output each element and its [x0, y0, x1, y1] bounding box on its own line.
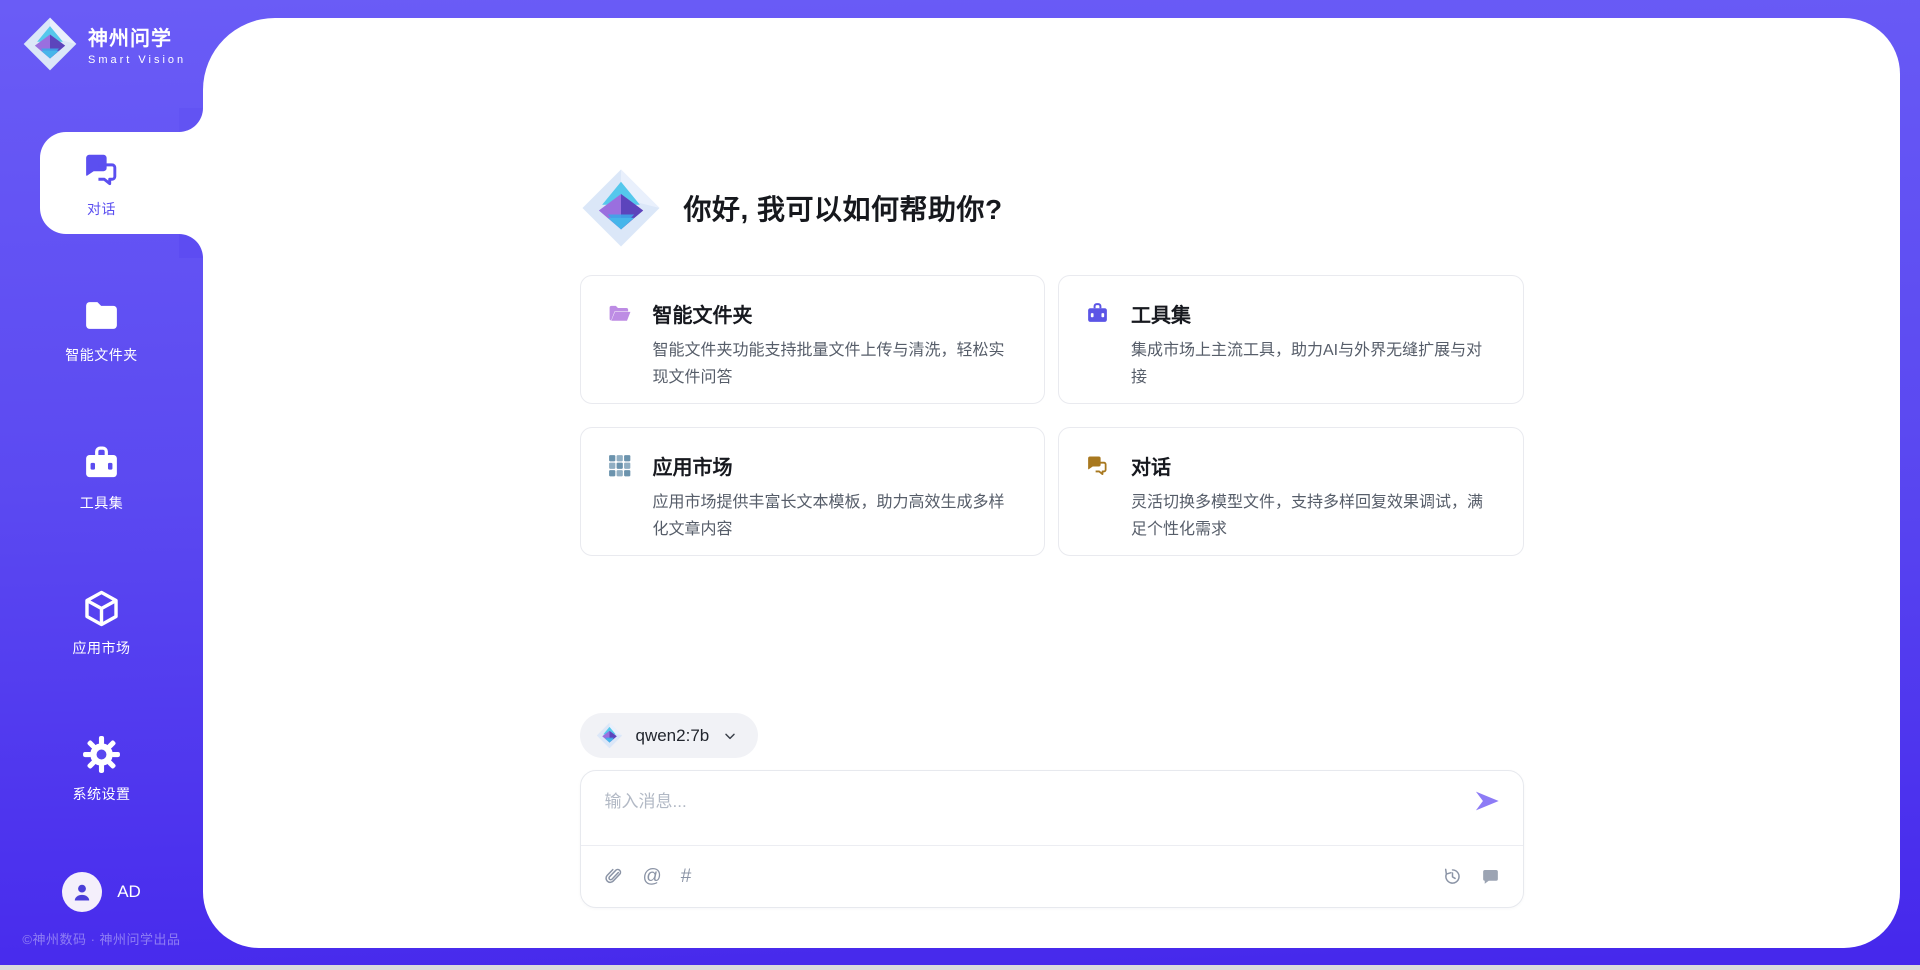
- sidebar-item-app-market[interactable]: 应用市场: [0, 588, 203, 658]
- user-name: AD: [117, 882, 141, 902]
- folder-open-icon: [607, 301, 632, 326]
- sidebar-item-label: 对话: [87, 199, 116, 219]
- cube-icon: [81, 588, 122, 629]
- card-smart-folder[interactable]: 智能文件夹 智能文件夹功能支持批量文件上传与清洗，轻松实现文件问答: [580, 275, 1046, 404]
- hashtag-icon[interactable]: #: [681, 867, 692, 886]
- app-name: 神州问学: [88, 22, 186, 51]
- toolbox-icon: [81, 443, 122, 484]
- app-logo-icon: [22, 16, 78, 72]
- composer-area: qwen2:7b: [580, 713, 1524, 758]
- sidebar-item-label: 应用市场: [73, 638, 131, 658]
- sidebar-item-label: 工具集: [80, 493, 124, 513]
- grid-icon: [607, 453, 632, 478]
- card-app-market[interactable]: 应用市场 应用市场提供丰富长文本模板，助力高效生成多样化文章内容: [580, 427, 1046, 556]
- chat-bubbles-icon: [1085, 453, 1110, 478]
- toolbox-icon: [1085, 301, 1110, 326]
- main-panel: 你好, 我可以如何帮助你? 智能文件夹 智能文件夹功能支持批量文件上传与清洗，轻…: [203, 18, 1900, 948]
- model-logo-icon: [596, 722, 623, 749]
- sidebar-item-smart-folder[interactable]: 智能文件夹: [0, 295, 203, 365]
- card-title: 工具集: [1131, 299, 1191, 328]
- greeting-block: 你好, 我可以如何帮助你?: [580, 167, 1524, 249]
- chat-bubble-icon[interactable]: [1480, 866, 1501, 887]
- sidebar: 神州问学 Smart Vision 对话 智能文件夹 工具集 应: [0, 0, 203, 970]
- history-icon[interactable]: [1442, 866, 1463, 887]
- card-title: 应用市场: [653, 451, 733, 480]
- card-toolset[interactable]: 工具集 集成市场上主流工具，助力AI与外界无缝扩展与对接: [1058, 275, 1524, 404]
- tab-fillet-bottom: [179, 234, 203, 258]
- sidebar-item-label: 智能文件夹: [65, 345, 138, 365]
- app-subtitle: Smart Vision: [88, 54, 186, 66]
- gear-icon: [81, 734, 122, 775]
- card-title: 智能文件夹: [653, 299, 753, 328]
- avatar: [62, 872, 102, 912]
- message-composer: @ #: [580, 770, 1524, 908]
- sidebar-footer: ©神州数码 · 神州问学出品: [0, 929, 203, 948]
- folder-icon: [81, 295, 122, 336]
- chat-bubbles-icon: [81, 149, 122, 190]
- user-account[interactable]: AD: [0, 872, 203, 912]
- feature-cards: 智能文件夹 智能文件夹功能支持批量文件上传与清洗，轻松实现文件问答 工具集 集成…: [580, 275, 1524, 556]
- chevron-down-icon: [722, 728, 738, 744]
- greeting-logo-icon: [580, 167, 662, 249]
- greeting-text: 你好, 我可以如何帮助你?: [684, 188, 1003, 228]
- card-description: 集成市场上主流工具，助力AI与外界无缝扩展与对接: [1085, 337, 1497, 391]
- model-selector[interactable]: qwen2:7b: [580, 713, 759, 758]
- sidebar-item-settings[interactable]: 系统设置: [0, 734, 203, 804]
- mention-icon[interactable]: @: [643, 867, 662, 886]
- person-icon: [70, 880, 94, 904]
- card-chat[interactable]: 对话 灵活切换多模型文件，支持多样回复效果调试，满足个性化需求: [1058, 427, 1524, 556]
- sidebar-item-chat[interactable]: 对话: [0, 149, 203, 219]
- app-brand: 神州问学 Smart Vision: [22, 16, 186, 72]
- sidebar-item-label: 系统设置: [73, 784, 131, 804]
- attachment-icon[interactable]: [603, 866, 624, 887]
- screen-bottom-edge: [0, 965, 1920, 970]
- send-icon[interactable]: [1473, 787, 1501, 815]
- card-description: 智能文件夹功能支持批量文件上传与清洗，轻松实现文件问答: [607, 337, 1019, 391]
- tab-fillet-top: [179, 108, 203, 132]
- sidebar-item-toolset[interactable]: 工具集: [0, 443, 203, 513]
- model-name: qwen2:7b: [636, 726, 710, 746]
- card-description: 应用市场提供丰富长文本模板，助力高效生成多样化文章内容: [607, 489, 1019, 543]
- message-input[interactable]: [605, 787, 1453, 837]
- card-title: 对话: [1131, 451, 1171, 480]
- card-description: 灵活切换多模型文件，支持多样回复效果调试，满足个性化需求: [1085, 489, 1497, 543]
